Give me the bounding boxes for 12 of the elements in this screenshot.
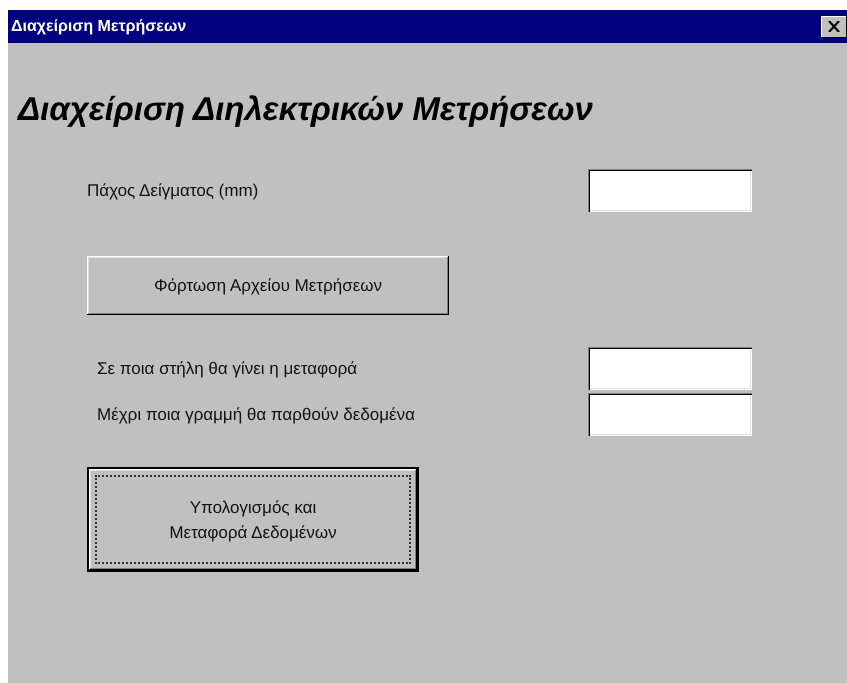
- compute-transfer-button[interactable]: Υπολογισμός και Μεταφορά Δεδομένων: [87, 467, 419, 572]
- form-heading: Διαχείριση Διηλεκτρικών Μετρήσεων: [18, 90, 594, 128]
- input-field[interactable]: [588, 169, 752, 212]
- field-label: Σε ποια στήλη θα γίνει η μεταφορά: [96, 358, 358, 378]
- input-field[interactable]: [588, 393, 752, 436]
- close-icon: [828, 21, 840, 32]
- load-file-button[interactable]: Φόρτωση Αρχείου Μετρήσεων: [87, 256, 449, 315]
- field-label: Μέχρι ποια γραμμή θα παρθούν δεδομένα: [96, 404, 415, 424]
- field-label: Πάχος Δείγματος (mm): [87, 180, 258, 200]
- input-field[interactable]: [588, 347, 752, 390]
- window-title: Διαχείριση Μετρήσεων: [11, 18, 186, 36]
- close-button[interactable]: [821, 16, 847, 38]
